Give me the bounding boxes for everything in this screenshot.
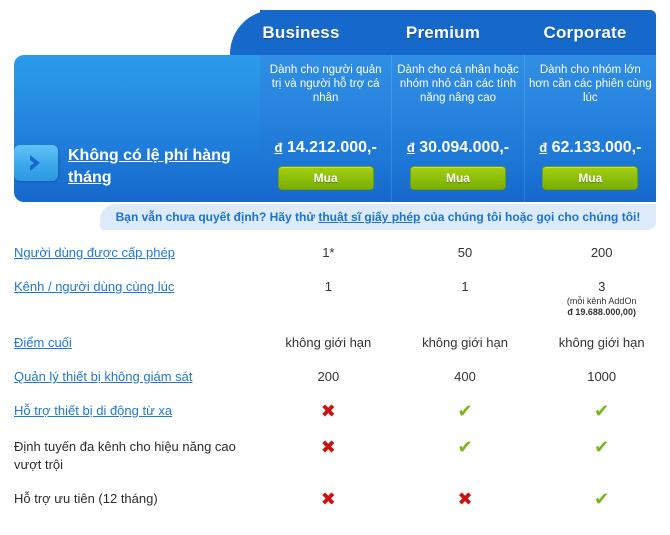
no-monthly-fee-link[interactable]: Không có lệ phí hàng tháng: [68, 145, 248, 189]
feature-value: 1: [461, 279, 469, 294]
feature-label: Hỗ trợ ưu tiên (12 tháng): [14, 491, 158, 506]
feature-label[interactable]: Điểm cuối: [0, 334, 260, 352]
plan-column-corporate: Dành cho nhóm lớn hơn cần các phiên cùng…: [523, 55, 656, 202]
price-amount: 62.133.000,-: [551, 139, 642, 156]
table-row: Hỗ trợ thiết bị di động từ xa ✖ ✔ ✔: [0, 402, 670, 422]
feature-value: ✔: [533, 438, 670, 458]
feature-label[interactable]: Hỗ trợ thiết bị di động từ xa: [0, 402, 260, 420]
feature-value: ✖: [260, 402, 397, 422]
feature-label[interactable]: Người dùng được cấp phép: [0, 244, 260, 262]
currency-symbol: đ: [406, 140, 415, 155]
currency-symbol: đ: [539, 140, 548, 155]
price-amount: 30.094.000,-: [419, 139, 510, 156]
check-icon: ✔: [594, 489, 610, 509]
feature-value: không giới hạn: [558, 335, 645, 350]
check-icon: ✔: [457, 401, 473, 421]
chevron-right-icon[interactable]: [14, 145, 58, 181]
table-row: Hỗ trợ ưu tiên (12 tháng) ✖ ✖ ✔: [0, 490, 670, 510]
plan-header-titles: Business Premium Corporate: [230, 10, 656, 55]
feature-value: 400: [454, 369, 476, 384]
plan-title-business: Business: [262, 22, 340, 42]
table-row: Quản lý thiết bị không giám sát 200 400 100…: [0, 368, 670, 386]
feature-value: ✔: [397, 402, 534, 422]
feature-value: 1*: [322, 245, 335, 260]
feature-comparison-table: Người dùng được cấp phép 1* 50 200 Kênh / ng…: [0, 236, 670, 510]
feature-value: 1000: [587, 369, 617, 384]
plan-title-premium: Premium: [405, 22, 481, 42]
plan-price-premium: đ 30.094.000,-: [392, 139, 523, 157]
cross-icon: ✖: [320, 401, 336, 421]
plan-title-corporate: Corporate: [543, 22, 627, 42]
feature-value: 3 (mỗi kênh AddOn đ 19.688.000,00): [533, 278, 670, 318]
feature-label[interactable]: Kênh / người dùng cùng lúc: [0, 278, 260, 296]
feature-value: ✖: [260, 490, 397, 510]
plan-desc-business: Dành cho người quản trị và người hỗ trợ …: [269, 64, 382, 104]
plan-price-business: đ 14.212.000,-: [260, 139, 391, 157]
feature-value: 200: [317, 369, 340, 384]
license-wizard-link[interactable]: thuật sĩ giấy phép: [318, 210, 420, 224]
feature-value: ✖: [260, 438, 397, 458]
plan-desc-corporate: Dành cho nhóm lớn hơn cần các phiên cùng…: [529, 64, 652, 104]
feature-value: 1: [324, 279, 332, 294]
feature-value: 50: [457, 245, 473, 260]
cross-icon: ✖: [320, 437, 336, 457]
feature-label-link[interactable]: Quản lý thiết bị không giám sát: [14, 369, 193, 384]
check-icon: ✔: [457, 437, 473, 457]
feature-value: ✖: [397, 490, 534, 510]
plan-columns: Dành cho người quản trị và người hỗ trợ …: [260, 55, 656, 202]
feature-label-link[interactable]: Hỗ trợ thiết bị di động từ xa: [14, 403, 172, 418]
feature-label[interactable]: Quản lý thiết bị không giám sát: [0, 368, 260, 386]
pricing-comparison-page: Business Premium Corporate Dành cho ngườ…: [0, 0, 670, 535]
plan-desc-premium: Dành cho cá nhân hoặc nhóm nhỏ cần các t…: [397, 64, 519, 104]
buy-button-premium[interactable]: Mua: [409, 166, 506, 190]
feature-label: Định tuyến đa kênh cho hiệu năng cao vượ…: [14, 439, 236, 472]
undecided-banner-text: Bạn vẫn chưa quyết định? Hãy thử thuật s…: [116, 210, 641, 224]
table-row: Định tuyến đa kênh cho hiệu năng cao vượ…: [0, 438, 670, 474]
currency-symbol: đ: [274, 140, 283, 155]
undecided-banner: Bạn vẫn chưa quyết định? Hãy thử thuật s…: [100, 204, 656, 230]
table-row: Người dùng được cấp phép 1* 50 200: [0, 244, 670, 262]
check-icon: ✔: [594, 437, 610, 457]
feature-value-note: (mỗi kênh AddOn đ 19.688.000,00): [566, 296, 637, 317]
buy-button-business[interactable]: Mua: [277, 166, 374, 190]
feature-label-link[interactable]: Kênh / người dùng cùng lúc: [14, 279, 174, 294]
cross-icon: ✖: [457, 489, 473, 509]
cross-icon: ✖: [320, 489, 336, 509]
price-amount: 14.212.000,-: [286, 139, 377, 156]
chevron-right-glyph: [30, 155, 40, 171]
table-row: Kênh / người dùng cùng lúc 1 1 3 (mỗi kênh A…: [0, 278, 670, 318]
banner-text-after: của chúng tôi hoặc gọi cho chúng tôi!: [420, 210, 641, 224]
table-row: Điểm cuối không giới hạn không giới hạn khô…: [0, 334, 670, 352]
plan-column-premium: Dành cho cá nhân hoặc nhóm nhỏ cần các t…: [391, 55, 524, 202]
feature-value: 200: [590, 245, 613, 260]
buy-button-corporate[interactable]: Mua: [542, 166, 639, 190]
check-icon: ✔: [594, 401, 610, 421]
feature-value: ✔: [397, 438, 534, 458]
plan-column-business: Dành cho người quản trị và người hỗ trợ …: [260, 55, 392, 202]
banner-text-before: Bạn vẫn chưa quyết định? Hãy thử: [115, 210, 319, 224]
feature-label-link[interactable]: Người dùng được cấp phép: [14, 245, 175, 260]
plan-price-corporate: đ 62.133.000,-: [525, 139, 656, 157]
feature-value: không giới hạn: [422, 335, 508, 350]
feature-value: không giới hạn: [285, 335, 372, 350]
feature-value: ✔: [533, 402, 670, 422]
feature-label-link[interactable]: Điểm cuối: [14, 335, 72, 350]
feature-value: ✔: [533, 490, 670, 510]
